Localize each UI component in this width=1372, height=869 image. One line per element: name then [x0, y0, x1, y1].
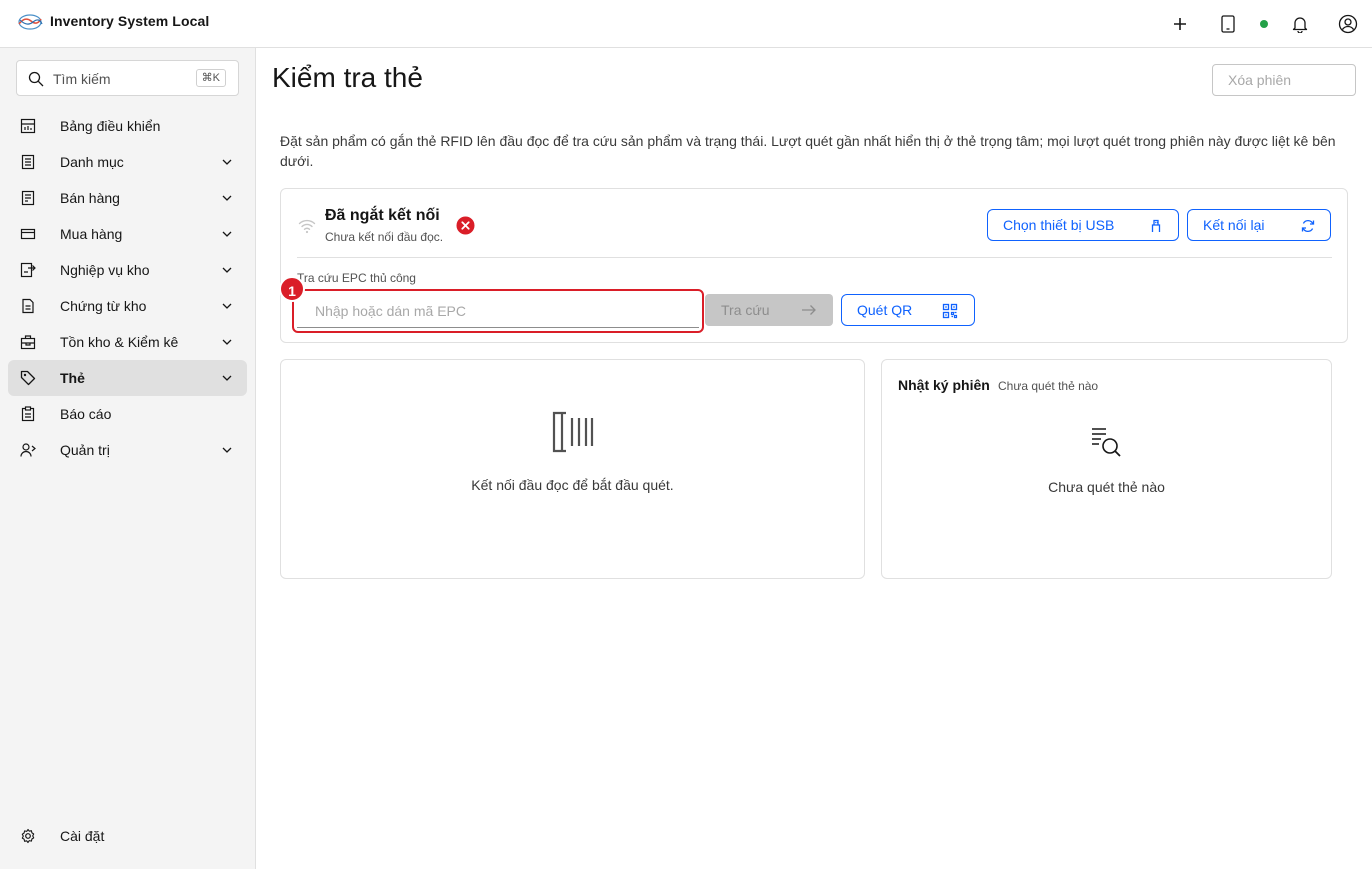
- search-icon: [28, 71, 44, 87]
- connection-status-dot: [1260, 20, 1268, 28]
- admin-icon: [20, 443, 36, 457]
- session-log-subtitle: Chưa quét thẻ nào: [998, 379, 1099, 393]
- search-placeholder: Tìm kiếm: [53, 71, 111, 87]
- sidebar-item-documents[interactable]: Chứng từ kho: [8, 288, 247, 324]
- user-avatar-icon[interactable]: [1336, 12, 1360, 36]
- reconnect-button[interactable]: Kết nối lại: [1187, 209, 1331, 241]
- app-title: Inventory System Local: [50, 13, 210, 29]
- scan-result-panel: Kết nối đầu đọc để bắt đầu quét.: [280, 359, 865, 579]
- sidebar-item-label: Chứng từ kho: [60, 298, 147, 314]
- reconnect-label: Kết nối lại: [1203, 217, 1265, 233]
- barcode-scanner-icon: [552, 411, 594, 453]
- choose-usb-label: Chọn thiết bị USB: [1003, 217, 1115, 233]
- chevron-down-icon: [222, 303, 232, 309]
- dashboard-icon: [20, 118, 36, 134]
- sidebar-item-settings[interactable]: Cài đặt: [8, 818, 247, 854]
- gear-icon: [21, 828, 35, 844]
- divider: [297, 257, 1332, 258]
- catalog-icon: [21, 154, 35, 170]
- usb-icon: [1151, 219, 1161, 232]
- wifi-off-icon: [298, 219, 316, 234]
- search-shortcut: ⌘K: [195, 69, 226, 87]
- clear-session-button[interactable]: Xóa phiên: [1212, 64, 1356, 96]
- sidebar-item-dashboard[interactable]: Bảng điều khiển: [8, 108, 247, 144]
- settings-label: Cài đặt: [60, 828, 105, 844]
- sidebar-item-purchase[interactable]: Mua hàng: [8, 216, 247, 252]
- top-bar: Inventory System Local: [0, 0, 1372, 48]
- sidebar-item-admin[interactable]: Quản trị: [8, 432, 247, 468]
- sidebar-item-sales[interactable]: Bán hàng: [8, 180, 247, 216]
- sidebar-item-label: Tồn kho & Kiểm kê: [60, 334, 179, 350]
- sidebar-item-label: Quản trị: [60, 442, 110, 458]
- inventory-icon: [20, 335, 36, 350]
- notification-icon[interactable]: [1288, 12, 1312, 36]
- epc-input[interactable]: [297, 294, 699, 328]
- sidebar-item-warehouse-ops[interactable]: Nghiệp vụ kho: [8, 252, 247, 288]
- sidebar-item-label: Danh mục: [60, 154, 124, 170]
- sidebar-item-label: Bảng điều khiển: [60, 118, 161, 134]
- refresh-icon: [1301, 220, 1315, 232]
- epc-lookup-label: Tra cứu EPC thủ công: [297, 271, 416, 285]
- tag-icon: [20, 370, 36, 386]
- lookup-label: Tra cứu: [721, 302, 770, 318]
- chevron-down-icon: [222, 231, 232, 237]
- purchase-icon: [20, 228, 36, 240]
- scan-empty-text: Kết nối đầu đọc để bắt đầu quét.: [471, 477, 674, 493]
- warehouse-ops-icon: [20, 262, 36, 278]
- annotation-badge: 1: [279, 276, 305, 302]
- page-description: Đặt sản phẩm có gắn thẻ RFID lên đầu đọc…: [280, 133, 1336, 169]
- connection-status-subtitle: Chưa kết nối đầu đọc.: [325, 230, 444, 244]
- arrow-right-icon: [802, 305, 816, 315]
- qr-code-icon: [942, 303, 958, 319]
- sidebar-item-label: Mua hàng: [60, 226, 123, 242]
- session-log-panel: Nhật ký phiên Chưa quét thẻ nào Chưa qué…: [881, 359, 1332, 579]
- chevron-down-icon: [222, 267, 232, 273]
- list-search-icon: [1092, 428, 1121, 457]
- session-log-empty-text: Chưa quét thẻ nào: [1048, 479, 1165, 495]
- session-log-title: Nhật ký phiên: [898, 377, 990, 393]
- chevron-down-icon: [222, 195, 232, 201]
- choose-usb-device-button[interactable]: Chọn thiết bị USB: [987, 209, 1179, 241]
- sidebar: Tìm kiếm ⌘K Bảng điều khiển Danh mục Bán…: [0, 48, 256, 869]
- chevron-down-icon: [222, 339, 232, 345]
- sidebar-item-reports[interactable]: Báo cáo: [8, 396, 247, 432]
- scan-qr-label: Quét QR: [857, 302, 913, 318]
- sidebar-item-label: Báo cáo: [60, 406, 112, 422]
- chevron-down-icon: [222, 375, 232, 381]
- app-logo: [18, 14, 43, 30]
- sidebar-item-tags[interactable]: Thẻ: [8, 360, 247, 396]
- tablet-icon[interactable]: [1216, 12, 1240, 36]
- add-icon[interactable]: [1168, 12, 1192, 36]
- reader-card: Đã ngắt kết nối Chưa kết nối đầu đọc. Ch…: [279, 188, 1348, 343]
- sidebar-item-catalog[interactable]: Danh mục: [8, 144, 247, 180]
- page-title: Kiểm tra thẻ: [272, 62, 423, 93]
- sidebar-search[interactable]: Tìm kiếm ⌘K: [16, 60, 239, 96]
- report-icon: [21, 406, 35, 422]
- sidebar-item-label: Nghiệp vụ kho: [60, 262, 150, 278]
- scan-qr-button[interactable]: Quét QR: [841, 294, 975, 326]
- sidebar-item-inventory[interactable]: Tồn kho & Kiểm kê: [8, 324, 247, 360]
- document-icon: [22, 298, 34, 314]
- sales-icon: [21, 190, 35, 206]
- lookup-button[interactable]: Tra cứu: [705, 294, 833, 326]
- sidebar-item-label: Thẻ: [60, 370, 85, 386]
- chevron-down-icon: [222, 159, 232, 165]
- chevron-down-icon: [222, 447, 232, 453]
- sidebar-item-label: Bán hàng: [60, 190, 120, 206]
- connection-status-title: Đã ngắt kết nối: [325, 207, 440, 224]
- epc-input-wrapper: [292, 289, 704, 333]
- error-icon: [456, 216, 475, 235]
